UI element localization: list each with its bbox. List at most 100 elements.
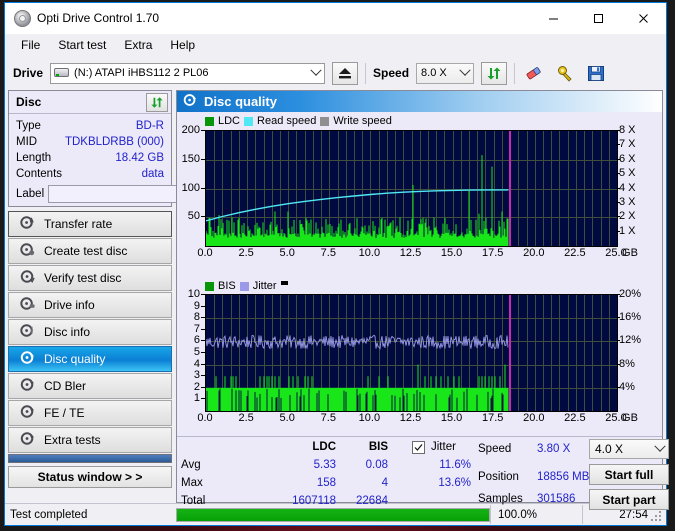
sidebar-item-cd-bler[interactable]: CD Bler <box>8 373 172 399</box>
sidebar-item-create-test-disc[interactable]: Create test disc <box>8 238 172 264</box>
sidebar-item-drive-info[interactable]: Drive info <box>8 292 172 318</box>
chart-x-tick: 5.0 <box>279 412 295 424</box>
menu-item-help[interactable]: Help <box>162 36 203 54</box>
tools-button[interactable] <box>553 62 577 85</box>
chart-y-tick-left: 6 <box>193 334 200 347</box>
speed-select[interactable]: 8.0 X <box>416 62 475 84</box>
start-part-button[interactable]: Start part <box>589 489 669 510</box>
sidebar: Disc Type BD-R MID TDKBLDRBB (000) Lengt… <box>8 90 253 503</box>
disc-row-value: 18.42 GB <box>115 152 164 164</box>
disc-bler-icon <box>20 377 35 395</box>
maximize-icon[interactable] <box>576 3 621 33</box>
stats-samples-value: 301586 <box>537 493 576 505</box>
chevron-down-icon <box>307 64 324 83</box>
chart-y-tick-left: 7 <box>193 322 200 335</box>
legend-label-ldc: LDC <box>218 115 241 127</box>
sidebar-item-transfer-rate[interactable]: Transfer rate <box>8 211 172 237</box>
tools-icon <box>557 65 572 82</box>
status-window-button[interactable]: Status window > > <box>8 466 172 488</box>
stats-total-ldc: 1607118 <box>292 495 336 507</box>
resize-grip[interactable] <box>651 511 662 522</box>
desktop: Opti Drive Control 1.70 File Start test … <box>0 0 675 531</box>
menu-item-start-test[interactable]: Start test <box>50 36 114 54</box>
chart-x-tick: 15.0 <box>440 247 463 259</box>
tick-mark <box>616 231 620 232</box>
chart-x-tick: 17.5 <box>481 247 504 259</box>
speed-label: Speed <box>373 66 410 80</box>
sidebar-item-verify-test-disc[interactable]: Verify test disc <box>8 265 172 291</box>
chart-y-tick-left: 5 <box>193 346 200 358</box>
stats-speed-label: Speed <box>478 443 512 455</box>
disc-refresh-button[interactable] <box>146 92 168 112</box>
refresh-button[interactable] <box>481 61 508 85</box>
tick-mark <box>616 216 620 217</box>
disc-panel-title: Disc <box>16 95 42 109</box>
chart1-plot[interactable] <box>205 130 618 247</box>
disc-row-mid: MID TDKBLDRBB (000) <box>9 134 171 150</box>
chart1-legend: LDC Read speed Write speed <box>205 115 392 127</box>
menu-item-extra[interactable]: Extra <box>116 36 160 54</box>
chart2-plot[interactable] <box>205 294 618 412</box>
minimize-icon[interactable] <box>531 3 576 33</box>
stats-avg-ldc: 5.33 <box>313 459 336 471</box>
chart1-series <box>206 155 509 246</box>
drive-select[interactable]: (N:) ATAPI iHBS112 2 PL06 <box>50 62 326 84</box>
sidebar-item-label: CD Bler <box>44 379 87 393</box>
stats-avg-jitter: 11.6% <box>439 459 471 471</box>
tick-mark <box>616 317 620 318</box>
sidebar-item-disc-info[interactable]: Disc info <box>8 319 172 345</box>
start-full-button[interactable]: Start full <box>589 464 669 485</box>
chart-y-tick-right: 16% <box>619 311 642 324</box>
menu-item-file[interactable]: File <box>13 36 48 54</box>
disc-create-icon <box>20 242 35 260</box>
menu-bar: File Start test Extra Help <box>5 34 666 56</box>
tick-mark <box>616 202 620 203</box>
disc-drive-icon <box>20 296 35 314</box>
stats-header-bis: BIS <box>368 441 388 453</box>
chart-y-tick-left: 200 <box>181 124 200 136</box>
stats-samples-label: Samples <box>478 493 523 505</box>
chart-x-axis-unit: GB <box>622 247 638 259</box>
legend-swatch-write-speed <box>320 116 330 126</box>
cursor-line <box>509 295 511 411</box>
legend-swatch-ldc <box>205 116 214 126</box>
chart-x-tick: 5.0 <box>279 247 295 259</box>
chevron-down-icon <box>651 440 668 459</box>
eject-button[interactable] <box>332 61 359 85</box>
window-controls <box>531 3 666 33</box>
sidebar-item-label: Extra tests <box>44 433 101 447</box>
tick-mark <box>201 188 205 189</box>
chart-x-tick: 7.5 <box>320 412 336 424</box>
chart-bis-jitter: BIS Jitter 1 2 3 4 5 6 7 8 9 10 4% 8% 12% 16% 20% 0.0 2.… <box>177 278 662 436</box>
stats-max-bis: 4 <box>381 477 388 489</box>
tick-mark <box>201 387 205 388</box>
chart-y-tick-right: 4 X <box>619 181 636 194</box>
chart-x-tick: 0.0 <box>197 412 213 424</box>
chart-x-tick: 7.5 <box>320 247 336 259</box>
test-speed-select[interactable]: 4.0 X <box>589 439 669 459</box>
chart-x-tick: 10.0 <box>358 412 381 424</box>
erase-button[interactable] <box>522 62 546 85</box>
main-body: Disc Type BD-R MID TDKBLDRBB (000) Lengt… <box>5 90 669 510</box>
chart-y-tick-left: 100 <box>181 181 200 194</box>
speed-select-value: 8.0 X <box>421 67 447 79</box>
tick-mark <box>616 173 620 174</box>
close-icon[interactable] <box>621 3 666 33</box>
cursor-line <box>509 131 511 246</box>
jitter-line <box>206 334 509 350</box>
chart-x-tick: 0.0 <box>197 247 213 259</box>
chart-y-tick-right: 4% <box>619 380 635 393</box>
sidebar-item-label: Create test disc <box>44 244 128 258</box>
chart-y-tick-right: 1 X <box>619 224 636 237</box>
stats-row-avg: Avg <box>181 459 201 471</box>
jitter-checkbox[interactable] <box>412 441 425 454</box>
tick-mark <box>616 130 620 131</box>
sidebar-item-fe-te[interactable]: FE / TE <box>8 400 172 426</box>
tick-mark <box>616 144 620 145</box>
chart-x-tick: 2.5 <box>238 412 254 424</box>
save-button[interactable] <box>584 62 608 85</box>
sidebar-item-extra-tests[interactable]: Extra tests <box>8 427 172 453</box>
drive-toolbar: Drive (N:) ATAPI iHBS112 2 PL06 Speed 8.… <box>5 56 666 90</box>
progress-bar-fill <box>177 508 489 521</box>
sidebar-item-disc-quality[interactable]: Disc quality <box>8 346 172 372</box>
